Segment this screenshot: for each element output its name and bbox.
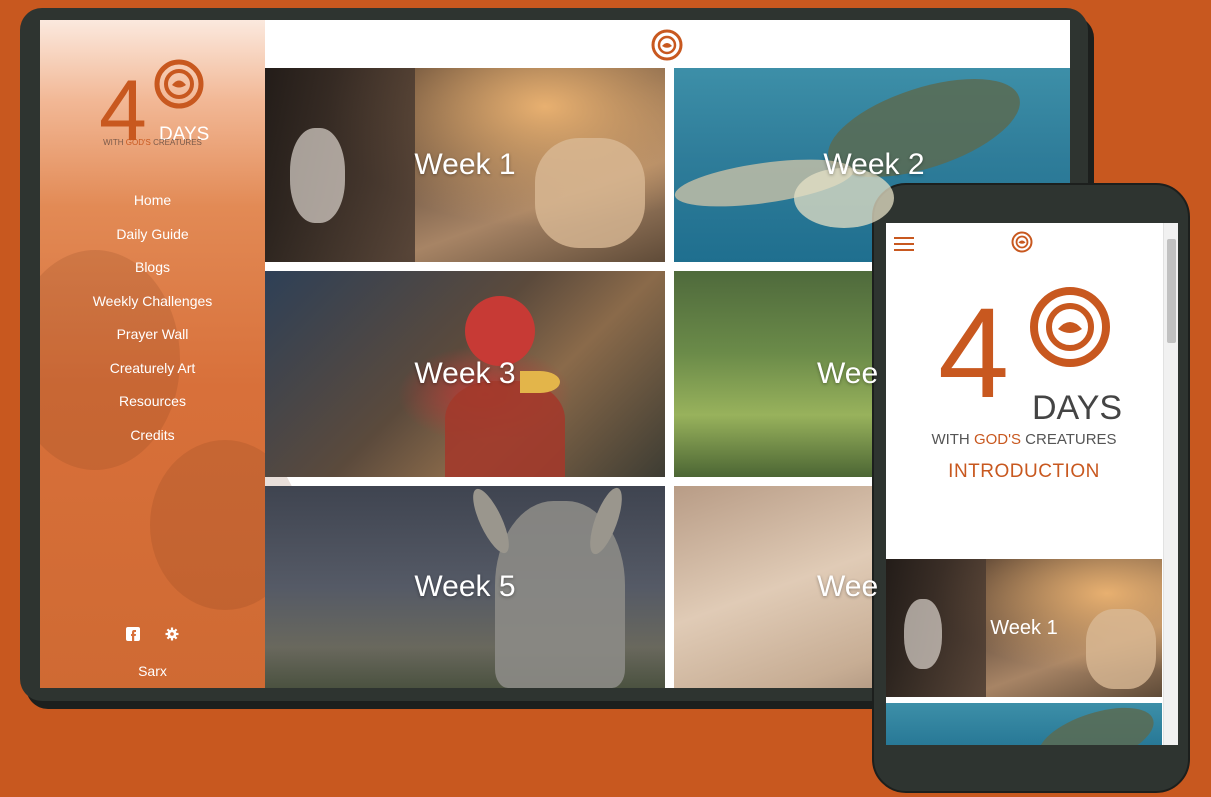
tile-photo-detail <box>535 138 645 248</box>
nav-item-prayer-wall[interactable]: Prayer Wall <box>40 326 265 360</box>
tile-photo-detail <box>520 371 560 393</box>
week-label: Week 2 <box>823 148 925 181</box>
site-logo: 4 DAYS <box>938 285 1122 425</box>
nav-item-credits[interactable]: Credits <box>40 427 265 461</box>
bird-circle-icon <box>154 59 204 109</box>
week-tile[interactable]: Week 1 <box>886 559 1162 697</box>
week-tile[interactable]: Week 5 <box>265 486 665 688</box>
week-label: Wee <box>817 570 879 603</box>
week-label: Wee <box>817 357 879 390</box>
scrollbar[interactable] <box>1163 223 1178 745</box>
scrollbar-thumb[interactable] <box>1167 239 1176 343</box>
page-title: INTRODUCTION <box>948 461 1100 482</box>
site-tagline: WITH GOD'S CREATURES <box>103 138 202 147</box>
hamburger-menu-icon[interactable] <box>894 237 914 255</box>
week-tile[interactable] <box>886 703 1162 745</box>
sidebar: 4 DAYS WITH GOD'S CREATURES Home Daily G… <box>40 20 300 688</box>
bird-circle-icon <box>1030 287 1110 367</box>
gear-icon[interactable] <box>165 627 179 646</box>
nav-item-blogs[interactable]: Blogs <box>40 259 265 293</box>
week-tile[interactable]: Week 1 <box>265 68 665 262</box>
site-logo[interactable]: 4 DAYS <box>95 58 213 148</box>
week-tile[interactable]: Week 3 <box>265 271 665 477</box>
mobile-device-frame: 4 DAYS WITH GOD'S CREATURES INTRODUCTION… <box>872 183 1190 793</box>
tile-photo-detail <box>1086 609 1156 689</box>
mobile-screen: 4 DAYS WITH GOD'S CREATURES INTRODUCTION… <box>886 223 1178 745</box>
user-name[interactable]: Sarx <box>40 663 265 679</box>
sidebar-nav: Home Daily Guide Blogs Weekly Challenges… <box>40 192 265 460</box>
bird-circle-icon[interactable] <box>1011 231 1033 253</box>
svg-text:DAYS: DAYS <box>1032 389 1122 425</box>
tile-photo-detail <box>904 599 942 669</box>
site-tagline: WITH GOD'S CREATURES <box>931 431 1117 448</box>
nav-item-creaturely-art[interactable]: Creaturely Art <box>40 360 265 394</box>
svg-text:4: 4 <box>938 285 1009 425</box>
week-label: Week 1 <box>990 616 1058 639</box>
tile-photo-detail <box>290 128 345 223</box>
facebook-icon[interactable] <box>126 627 141 646</box>
tile-photo-detail <box>466 486 516 558</box>
week-label: Week 1 <box>414 148 516 181</box>
tile-photo-detail <box>465 296 535 366</box>
nav-item-daily-guide[interactable]: Daily Guide <box>40 226 265 260</box>
sidebar-icons <box>40 627 265 646</box>
week-label: Week 3 <box>414 357 516 390</box>
tile-photo-detail <box>445 381 565 477</box>
week-label: Week 5 <box>414 570 516 603</box>
tile-photo-detail <box>1031 703 1161 745</box>
bird-circle-icon[interactable] <box>651 29 683 61</box>
nav-item-weekly-challenges[interactable]: Weekly Challenges <box>40 293 265 327</box>
nav-item-resources[interactable]: Resources <box>40 393 265 427</box>
top-bar <box>265 20 1070 68</box>
nav-item-home[interactable]: Home <box>40 192 265 226</box>
svg-text:4: 4 <box>99 63 147 148</box>
